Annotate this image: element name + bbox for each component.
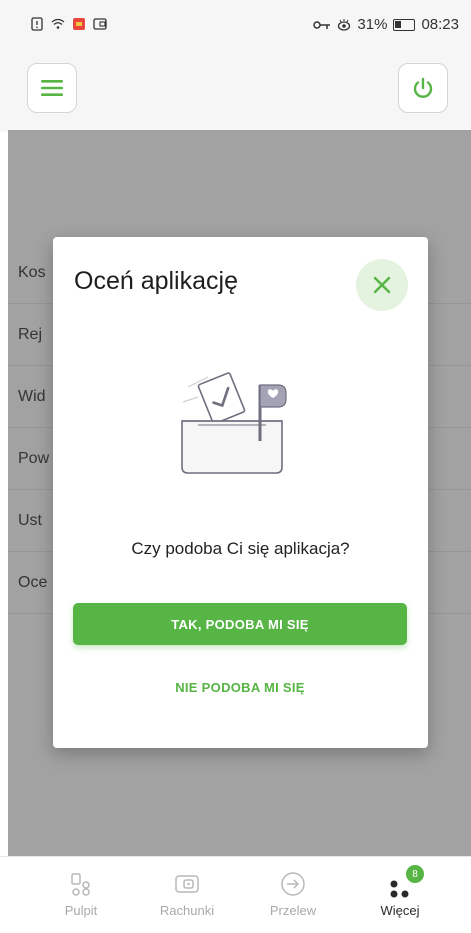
status-time: 08:23 (421, 16, 459, 33)
nav-label: Przelew (269, 903, 317, 918)
nav-item-przelew[interactable]: Przelew (258, 869, 328, 918)
status-bar: 31% 08:23 (0, 0, 471, 52)
wifi-icon (51, 18, 65, 29)
nav-label: Pulpit (64, 903, 98, 918)
eye-comfort-icon (338, 18, 351, 31)
nav-label: Więcej (380, 903, 420, 918)
nav-label: Rachunki (159, 903, 215, 918)
close-icon (373, 276, 391, 294)
power-icon (413, 77, 433, 98)
battery-percent: 31% (357, 16, 388, 33)
nav-item-wiecej[interactable]: 8 Więcej (365, 865, 435, 918)
rate-app-dialog: Oceń aplikację Czy podoba Ci się aplikac… (53, 237, 428, 748)
hamburger-icon (41, 80, 63, 96)
nav-item-pulpit[interactable]: Pulpit (46, 869, 116, 918)
notification-badge: 8 (406, 865, 424, 883)
sim-alert-icon (31, 17, 43, 31)
app-header (0, 52, 471, 132)
nav-item-rachunki[interactable]: Rachunki (152, 869, 222, 918)
rating-question: Czy podoba Ci się aplikacja? (131, 539, 350, 558)
wallet-notification-icon (93, 18, 107, 30)
bottom-navigation: Pulpit Rachunki Przelew 8 Więcej (0, 856, 471, 933)
battery-icon (393, 18, 416, 31)
dislike-app-button[interactable]: NIE PODOBA MI SIĘ (73, 673, 407, 701)
app-notification-icon (73, 18, 85, 30)
like-app-button[interactable]: TAK, PODOBA MI SIĘ (73, 603, 407, 645)
dialog-title: Oceń aplikację (74, 267, 238, 295)
key-icon (313, 20, 331, 29)
status-right-icons: 31% 08:23 (313, 16, 459, 33)
ballot-box-illustration (181, 372, 287, 474)
menu-button[interactable] (27, 63, 77, 113)
logout-button[interactable] (398, 63, 448, 113)
wallet-icon (175, 875, 199, 893)
status-left-icons (30, 17, 107, 31)
close-button[interactable] (356, 259, 408, 311)
transfer-arrow-icon (281, 872, 305, 896)
dashboard-icon (71, 873, 90, 896)
